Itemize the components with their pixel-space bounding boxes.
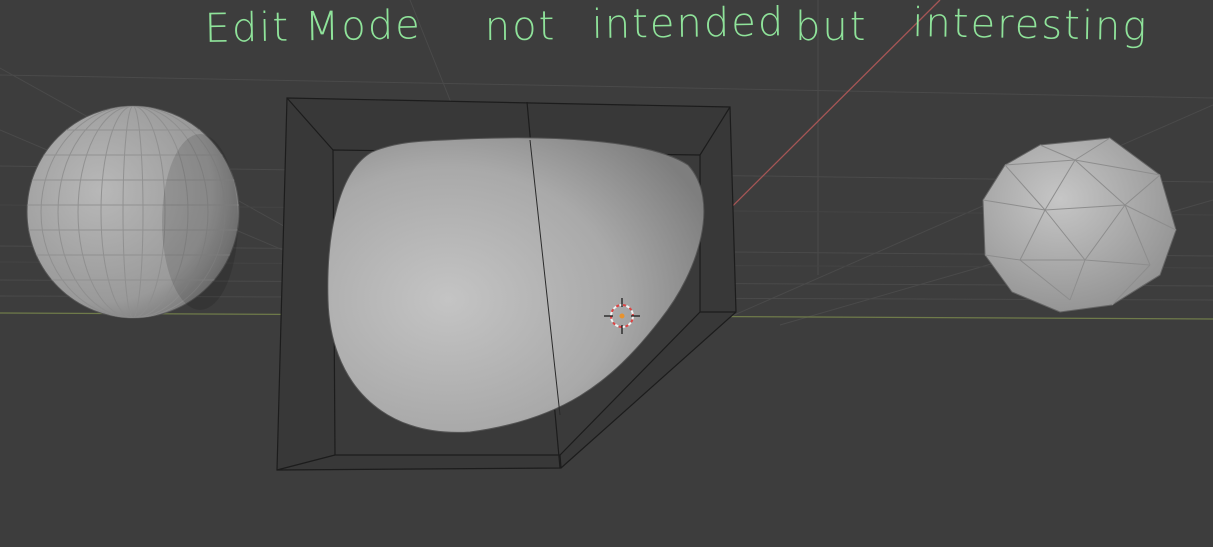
mode-label-annotation: Edit Mode	[204, 2, 423, 52]
annotation-word-not: not	[484, 3, 557, 51]
3d-viewport[interactable]: Edit Mode not intended but interesting	[0, 0, 1213, 547]
annotation-word-but: but	[795, 4, 868, 50]
viewport-canvas[interactable]	[0, 0, 1213, 547]
annotation-word-interesting: interesting	[912, 0, 1149, 51]
annotation-word-intended: intended	[591, 0, 786, 48]
uv-sphere-icon[interactable]	[26, 105, 240, 319]
